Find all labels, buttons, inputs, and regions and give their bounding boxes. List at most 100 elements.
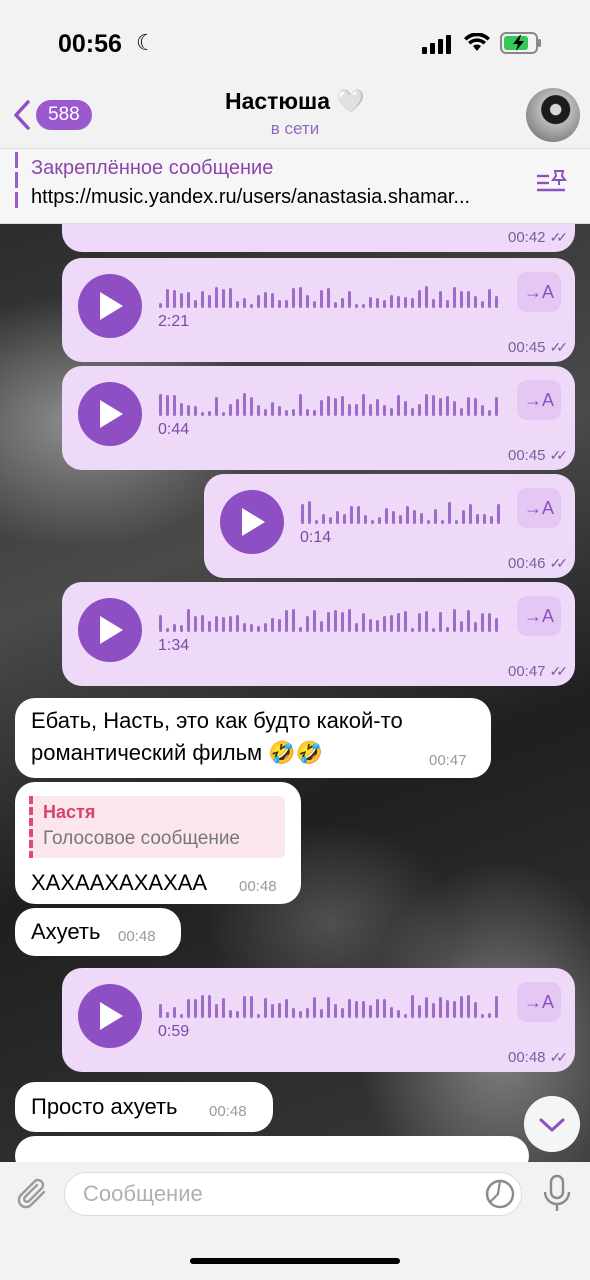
voice-message[interactable]: 1:34 →A 00:47 ✓✓ bbox=[62, 582, 575, 686]
waveform-bar bbox=[159, 1004, 162, 1018]
reply-quote[interactable]: Настя Голосовое сообщение bbox=[29, 796, 285, 858]
waveform[interactable] bbox=[158, 392, 500, 416]
waveform-bar bbox=[313, 301, 316, 308]
voice-message[interactable]: 0:44 →A 00:45 ✓✓ bbox=[62, 366, 575, 470]
waveform-bar bbox=[355, 1001, 358, 1018]
play-button[interactable] bbox=[78, 598, 142, 662]
waveform-bar bbox=[341, 612, 344, 632]
waveform[interactable] bbox=[158, 284, 500, 308]
message-time: 00:47 bbox=[429, 752, 467, 769]
chat-title[interactable]: Настюша 🤍 bbox=[0, 88, 590, 115]
waveform-bar bbox=[467, 995, 470, 1018]
waveform-bar bbox=[236, 615, 239, 632]
waveform-bar bbox=[411, 298, 414, 308]
scroll-down-button[interactable] bbox=[524, 1096, 580, 1152]
paperclip-icon[interactable] bbox=[14, 1176, 50, 1212]
waveform-bar bbox=[383, 300, 386, 308]
waveform-bar bbox=[481, 405, 484, 416]
message-input[interactable] bbox=[64, 1172, 522, 1216]
waveform-bar bbox=[371, 520, 374, 524]
waveform-bar bbox=[376, 999, 379, 1018]
waveform-bar bbox=[187, 405, 190, 416]
read-checks-icon: ✓✓ bbox=[549, 229, 569, 245]
waveform[interactable] bbox=[158, 994, 500, 1018]
waveform-bar bbox=[229, 404, 232, 416]
pinned-text[interactable]: https://music.yandex.ru/users/anastasia.… bbox=[31, 186, 536, 209]
waveform-bar bbox=[250, 304, 253, 308]
waveform-bar bbox=[350, 506, 353, 524]
waveform-bar bbox=[187, 292, 190, 308]
waveform-bar bbox=[497, 504, 500, 524]
waveform-bar bbox=[180, 1014, 183, 1018]
transcribe-button[interactable]: →A bbox=[517, 380, 561, 420]
waveform-bar bbox=[474, 1002, 477, 1018]
microphone-icon[interactable] bbox=[542, 1174, 572, 1214]
waveform-bar bbox=[336, 511, 339, 524]
transcribe-button[interactable]: →A bbox=[517, 982, 561, 1022]
waveform-bar bbox=[194, 300, 197, 308]
waveform-bar bbox=[250, 397, 253, 416]
waveform-bar bbox=[243, 996, 246, 1018]
pinned-indicator bbox=[15, 152, 18, 212]
incoming-message[interactable]: Просто ахуеть 00:48 bbox=[15, 1082, 273, 1132]
transcribe-button[interactable]: →A bbox=[517, 596, 561, 636]
waveform-bar bbox=[446, 300, 449, 308]
waveform-bar bbox=[376, 399, 379, 416]
sticker-icon[interactable] bbox=[484, 1178, 516, 1210]
waveform-bar bbox=[448, 502, 451, 524]
waveform-bar bbox=[173, 395, 176, 416]
voice-message[interactable]: 0:59 →A 00:48 ✓✓ bbox=[62, 968, 575, 1072]
waveform-bar bbox=[397, 1010, 400, 1018]
waveform-bar bbox=[215, 1004, 218, 1018]
waveform-bar bbox=[194, 616, 197, 632]
message-text-line: Ебать, Насть, это как будто какой-то bbox=[31, 708, 403, 733]
waveform-bar bbox=[425, 611, 428, 632]
play-button[interactable] bbox=[78, 382, 142, 446]
play-button[interactable] bbox=[78, 984, 142, 1048]
waveform-bar bbox=[334, 610, 337, 632]
waveform-bar bbox=[285, 410, 288, 416]
pinned-list-icon[interactable] bbox=[535, 168, 569, 198]
voice-message-partial[interactable]: 00:42 ✓✓ bbox=[62, 222, 575, 252]
waveform-bar bbox=[460, 291, 463, 308]
waveform-bar bbox=[334, 398, 337, 416]
waveform-bar bbox=[306, 409, 309, 416]
transcribe-button[interactable]: →A bbox=[517, 272, 561, 312]
waveform-bar bbox=[257, 405, 260, 416]
voice-message[interactable]: 2:21 →A 00:45 ✓✓ bbox=[62, 258, 575, 362]
avatar[interactable] bbox=[526, 88, 580, 142]
waveform-bar bbox=[208, 411, 211, 416]
waveform-bar bbox=[355, 404, 358, 416]
waveform-bar bbox=[327, 997, 330, 1018]
incoming-message[interactable]: Ахуеть 00:48 bbox=[15, 908, 181, 956]
cellular-signal-icon bbox=[422, 35, 451, 54]
waveform-bar bbox=[278, 406, 281, 416]
waveform-bar bbox=[243, 623, 246, 632]
waveform-bar bbox=[369, 619, 372, 632]
play-button[interactable] bbox=[78, 274, 142, 338]
transcribe-button[interactable]: →A bbox=[517, 488, 561, 528]
waveform-bar bbox=[292, 288, 295, 308]
waveform-bar bbox=[418, 404, 421, 416]
play-button[interactable] bbox=[220, 490, 284, 554]
waveform-bar bbox=[173, 290, 176, 308]
incoming-reply-message[interactable]: Настя Голосовое сообщение ХАХААХАХАХАА 0… bbox=[15, 782, 301, 904]
waveform-bar bbox=[180, 293, 183, 308]
incoming-message[interactable]: Ебать, Насть, это как будто какой-то ром… bbox=[15, 698, 491, 778]
waveform-bar bbox=[341, 396, 344, 416]
waveform-bar bbox=[236, 301, 239, 308]
voice-message[interactable]: 0:14 →A 00:46 ✓✓ bbox=[204, 474, 575, 578]
waveform-bar bbox=[369, 297, 372, 308]
waveform[interactable] bbox=[300, 500, 500, 524]
waveform[interactable] bbox=[158, 608, 500, 632]
waveform-bar bbox=[390, 615, 393, 632]
waveform-bar bbox=[348, 999, 351, 1018]
message-text: Ахуеть bbox=[31, 919, 101, 944]
waveform-bar bbox=[187, 999, 190, 1018]
waveform-bar bbox=[322, 514, 325, 524]
waveform-bar bbox=[362, 304, 365, 308]
message-meta: 00:45 ✓✓ bbox=[508, 447, 568, 464]
waveform-bar bbox=[434, 509, 437, 524]
waveform-bar bbox=[378, 517, 381, 524]
waveform-bar bbox=[462, 510, 465, 524]
